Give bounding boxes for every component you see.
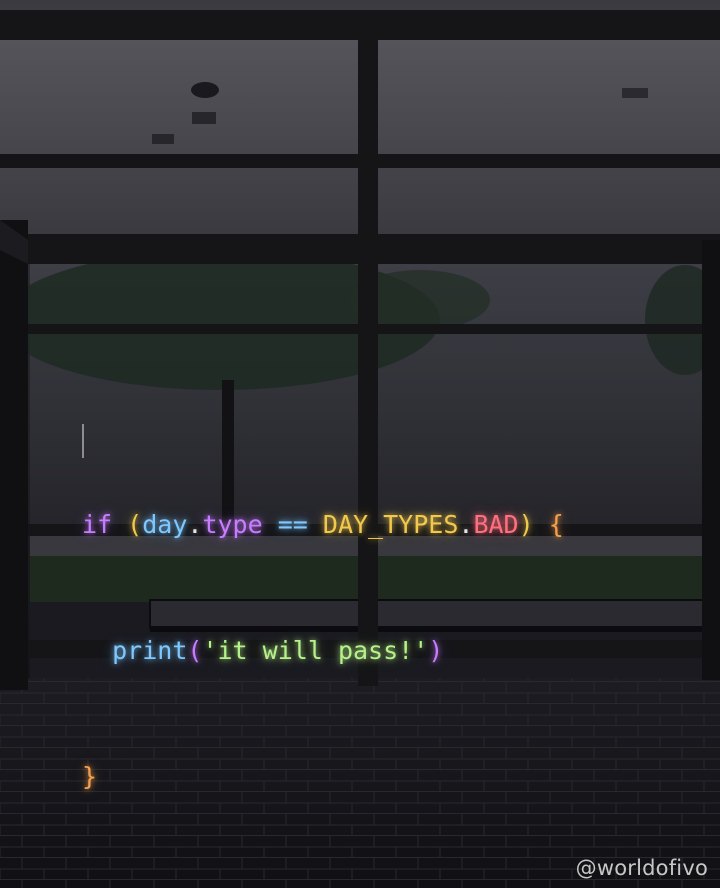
roof-stain-2 xyxy=(192,112,216,124)
brace-open: { xyxy=(548,510,564,539)
post-right xyxy=(702,240,720,680)
bus-stop-photo: if (day.type == DAY_TYPES.BAD) { print('… xyxy=(0,0,720,888)
string-word: will xyxy=(262,636,323,665)
indent-guide xyxy=(82,424,84,458)
brace-close: } xyxy=(82,762,98,791)
neon-code-snippet: if (day.type == DAY_TYPES.BAD) { print('… xyxy=(82,378,564,882)
variable-day: day xyxy=(142,510,188,539)
property-type: type xyxy=(202,510,263,539)
roof-stain xyxy=(191,82,219,98)
operator-equals: == xyxy=(277,510,308,539)
constant-day-types: DAY_TYPES xyxy=(322,510,459,539)
function-print: print xyxy=(112,636,188,665)
paren-close: ) xyxy=(518,510,534,539)
string-word: it xyxy=(217,636,248,665)
string-word: pass! xyxy=(337,636,414,665)
code-line-2: print('it will pass!') xyxy=(82,630,564,672)
paren-close: ) xyxy=(428,636,444,665)
code-line-1: if (day.type == DAY_TYPES.BAD) { xyxy=(82,504,564,546)
roof-stain-3 xyxy=(152,134,174,144)
roof-stain-4 xyxy=(622,88,648,98)
watermark: @worldofivo xyxy=(575,856,708,880)
string-quote: ' xyxy=(413,636,429,665)
roof-panel-left xyxy=(0,38,358,234)
paren-open: ( xyxy=(127,510,143,539)
paren-open: ( xyxy=(187,636,203,665)
constant-bad: BAD xyxy=(473,510,519,539)
code-line-3: } xyxy=(82,756,564,798)
roof-panel-right xyxy=(378,38,720,234)
dot: . xyxy=(458,510,474,539)
post-left xyxy=(0,220,28,690)
dot: . xyxy=(187,510,203,539)
string-quote: ' xyxy=(202,636,218,665)
keyword-if: if xyxy=(82,510,113,539)
